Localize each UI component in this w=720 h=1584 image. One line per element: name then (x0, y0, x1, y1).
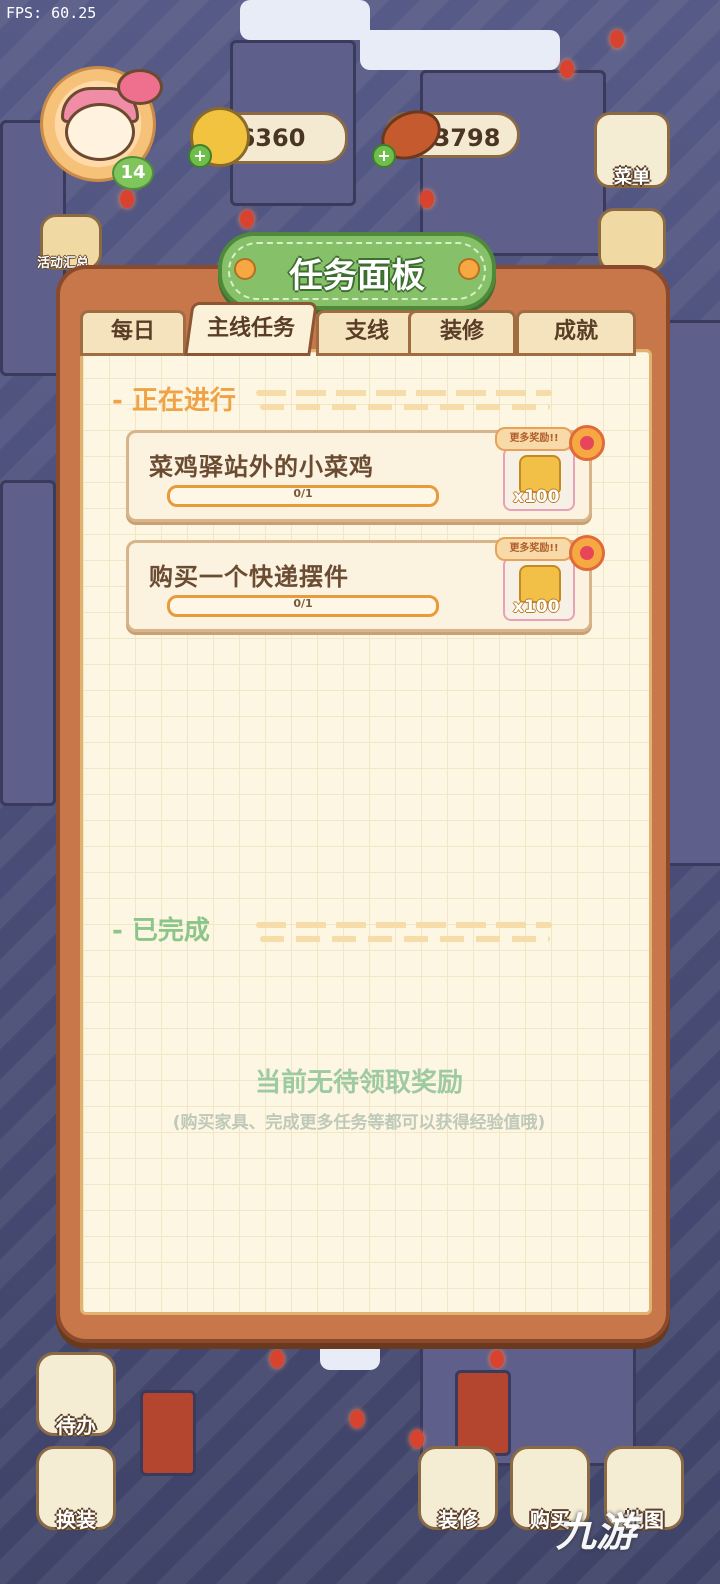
lantern (420, 190, 434, 208)
decorate-label: 装修 (438, 1508, 478, 1532)
dressup-button[interactable]: 换装 (36, 1446, 116, 1532)
in-progress-heading: - 正在进行 (112, 386, 236, 416)
tab-side-quest[interactable]: 支线 (316, 310, 418, 356)
tab-decorate-label: 装修 (439, 319, 484, 344)
flower-icon (569, 425, 605, 461)
reward-box[interactable]: x100 (503, 447, 575, 511)
task-card[interactable]: 菜鸡驿站外的小菜鸡 0/1 x100 更多奖励!! (126, 425, 605, 522)
tab-achievement[interactable]: 成就 (516, 310, 636, 356)
decorate-button[interactable]: 装修 (418, 1446, 498, 1532)
avatar-face (65, 103, 135, 161)
player-level-badge: 14 (112, 156, 154, 190)
tab-main-quest[interactable]: 主线任务 (184, 302, 318, 356)
lantern (410, 1430, 424, 1448)
tab-daily[interactable]: 每日 (80, 310, 186, 356)
empty-rewards-hint: (购买家具、完成更多任务等都可以获得经验值哦) (172, 1113, 546, 1133)
dressup-label: 换装 (56, 1508, 96, 1532)
todo-label: 待办 (56, 1414, 96, 1438)
section-divider (256, 922, 552, 928)
task-name: 购买一个快递摆件 (149, 563, 349, 591)
fps-counter: FPS: 60.25 (6, 4, 97, 22)
lantern (350, 1410, 364, 1428)
lantern (490, 1350, 504, 1368)
task-progress-bar: 0/1 (167, 595, 439, 617)
menu-button[interactable]: 菜单 (594, 112, 670, 188)
empty-rewards-message: 当前无待领取奖励 (254, 1068, 463, 1098)
task-progress-text: 0/1 (293, 597, 313, 610)
watermark-logo: 九游 (556, 1510, 636, 1556)
reward-count: x100 (513, 597, 560, 617)
lantern (560, 60, 574, 78)
building (420, 70, 606, 256)
tab-bar: 每日 主线任务 支线 装修 成就 (80, 302, 636, 356)
red-screen (455, 1370, 511, 1456)
todo-button[interactable]: 待办 (36, 1352, 116, 1438)
lantern (120, 190, 134, 208)
add-coins-icon[interactable]: + (188, 144, 212, 168)
panel-title-plate: 任务面板 (218, 232, 496, 310)
snowman (320, 1340, 380, 1370)
flower-icon (569, 535, 605, 571)
task-progress-text: 0/1 (293, 487, 313, 500)
red-screen (140, 1390, 196, 1476)
snowy-roof (360, 30, 560, 70)
tab-daily-label: 每日 (110, 319, 155, 344)
menu-label: 菜单 (614, 167, 650, 188)
tab-main-quest-label: 主线任务 (206, 316, 295, 341)
reward-box[interactable]: x100 (503, 557, 575, 621)
lantern (610, 30, 624, 48)
task-progress-bar: 0/1 (167, 485, 439, 507)
building (0, 480, 56, 806)
tab-decorate[interactable]: 装修 (408, 310, 516, 356)
events-button[interactable]: 活动汇总 (37, 214, 102, 271)
completed-title: 已完成 (131, 916, 210, 946)
avatar-bow (117, 69, 163, 105)
add-food-icon[interactable]: + (372, 144, 396, 168)
task-name: 菜鸡驿站外的小菜鸡 (149, 453, 374, 481)
task-card[interactable]: 购买一个快递摆件 0/1 x100 更多奖励!! (126, 535, 605, 632)
section-divider (260, 936, 550, 942)
section-divider (256, 390, 552, 396)
lantern (270, 1350, 284, 1368)
in-progress-title: 正在进行 (131, 386, 236, 416)
more-rewards-tag[interactable]: 更多奖励!! (495, 537, 573, 561)
completed-heading: - 已完成 (112, 916, 210, 946)
section-divider (260, 404, 550, 410)
panel-title: 任务面板 (289, 256, 425, 296)
reward-count: x100 (513, 487, 560, 507)
lantern (240, 210, 254, 228)
tab-achievement-label: 成就 (553, 319, 598, 344)
right-side-button[interactable] (598, 208, 666, 272)
tab-side-quest-label: 支线 (344, 319, 389, 344)
snowy-roof (240, 0, 370, 40)
more-rewards-tag[interactable]: 更多奖励!! (495, 427, 573, 451)
